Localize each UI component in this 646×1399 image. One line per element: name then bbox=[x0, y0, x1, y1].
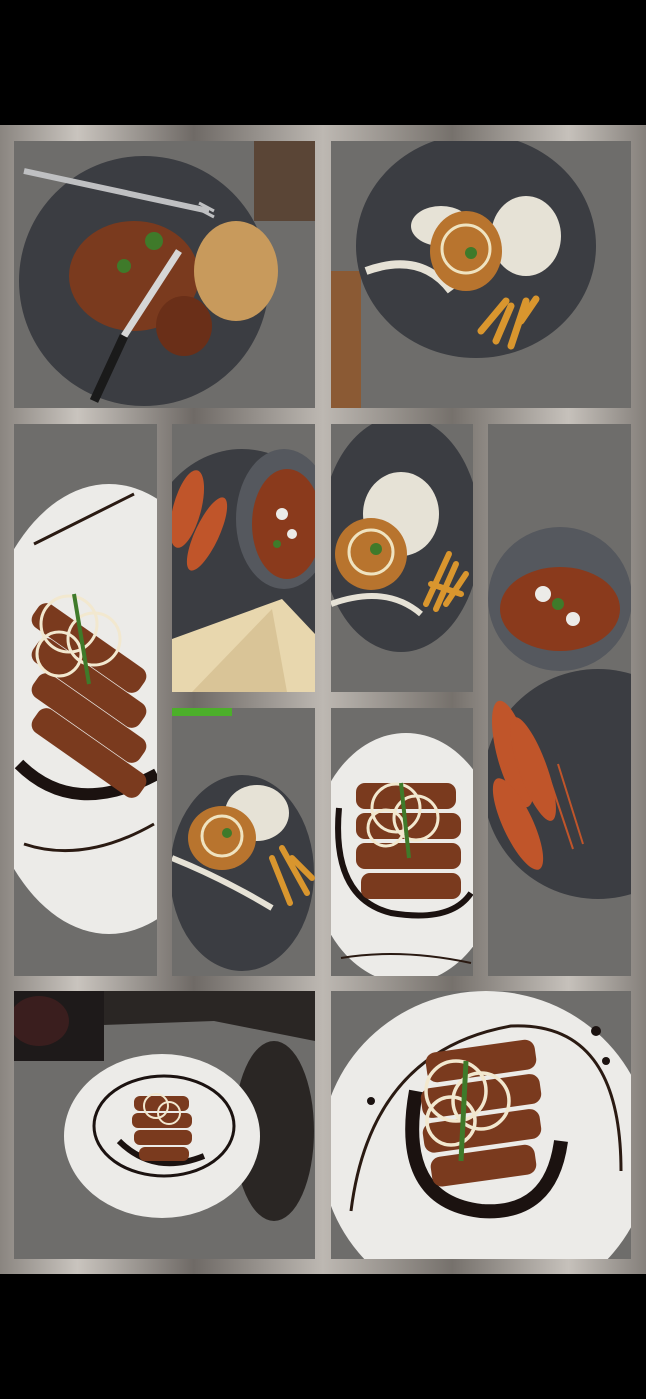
food-photo bbox=[14, 991, 315, 1259]
photo-tile-1[interactable] bbox=[14, 141, 315, 408]
photo-tile-5[interactable] bbox=[331, 424, 473, 692]
food-photo bbox=[14, 141, 315, 408]
photo-tile-2[interactable] bbox=[331, 141, 631, 408]
food-photo bbox=[331, 424, 473, 692]
screen bbox=[0, 0, 646, 1399]
photo-tile-7[interactable] bbox=[172, 708, 315, 976]
photo-tile-6[interactable] bbox=[488, 424, 631, 976]
photo-tile-3[interactable] bbox=[14, 424, 157, 976]
food-photo bbox=[331, 141, 631, 408]
food-photo bbox=[488, 424, 631, 976]
photo-tile-4[interactable] bbox=[172, 424, 315, 692]
food-photo bbox=[331, 708, 473, 976]
photo-tile-10[interactable] bbox=[331, 991, 631, 1259]
food-photo bbox=[172, 424, 315, 692]
food-photo bbox=[331, 991, 631, 1259]
food-photo bbox=[172, 708, 315, 976]
food-photo bbox=[14, 424, 157, 976]
photo-tile-9[interactable] bbox=[14, 991, 315, 1259]
photo-tile-8[interactable] bbox=[331, 708, 473, 976]
